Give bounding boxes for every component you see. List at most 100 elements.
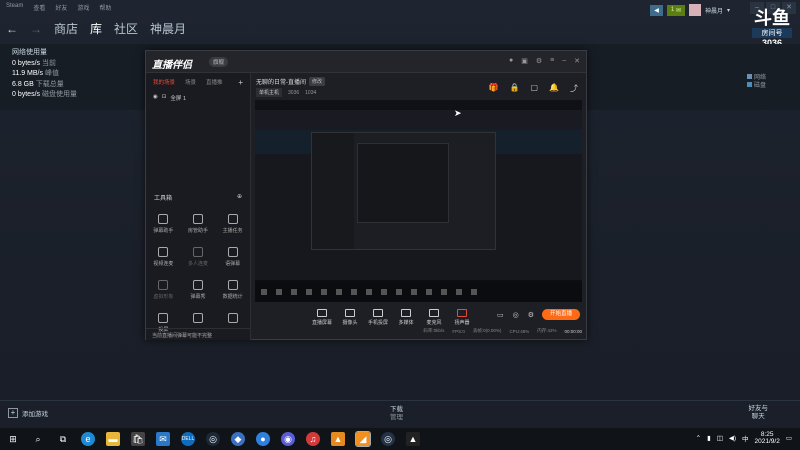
- user-dropdown-icon[interactable]: ▾: [727, 7, 730, 14]
- lock-icon[interactable]: ⊡: [162, 94, 167, 102]
- downloads-status[interactable]: 下载 管理: [390, 406, 403, 422]
- search-icon[interactable]: ⌕: [31, 432, 45, 446]
- tool-danmaku-show[interactable]: 弹幕秀: [181, 280, 216, 300]
- danmaku-show-icon: [192, 280, 203, 290]
- tool-voice-danmaku[interactable]: 语弹幕: [215, 247, 250, 267]
- volume-icon[interactable]: ◀): [729, 434, 736, 442]
- tool-data-stats[interactable]: 数据统计: [215, 280, 250, 300]
- netease-icon[interactable]: ♫: [306, 432, 320, 446]
- menu-view[interactable]: 查看: [33, 3, 45, 15]
- network-usage-title: 网络使用量: [12, 49, 47, 56]
- menu-games[interactable]: 游戏: [77, 3, 89, 15]
- settings-icon[interactable]: ⚙: [528, 311, 534, 319]
- nav-community[interactable]: 社区: [114, 20, 138, 37]
- edit-title-button[interactable]: 修改: [309, 77, 326, 86]
- menu-friends[interactable]: 好友: [55, 3, 67, 15]
- lock-icon[interactable]: 🔒: [510, 83, 520, 94]
- gift-icon[interactable]: 🎁: [489, 83, 499, 94]
- user-name[interactable]: 神晨月: [705, 6, 723, 15]
- store-icon[interactable]: 🛍: [131, 432, 145, 446]
- category-selector[interactable]: 单机主机: [256, 88, 283, 97]
- cast-icon: [158, 313, 169, 323]
- steam2-icon[interactable]: ◎: [381, 432, 395, 446]
- app3-icon[interactable]: ◉: [281, 432, 295, 446]
- live-preview[interactable]: [255, 100, 582, 302]
- friends-chat-button[interactable]: 好友与 聊天: [749, 405, 769, 421]
- avatar-icon: [158, 280, 169, 290]
- tab-live-push[interactable]: 直播推: [206, 78, 223, 87]
- skin-icon[interactable]: ▣: [521, 57, 528, 65]
- tool-video-link[interactable]: 视频连麦: [146, 247, 181, 267]
- add-game-button[interactable]: + 添加游戏: [8, 408, 48, 418]
- notification-button[interactable]: 1 ✉: [666, 4, 685, 16]
- minimize-icon[interactable]: –: [562, 57, 566, 65]
- record-icon[interactable]: ▭: [497, 311, 504, 319]
- tray-arrow-icon[interactable]: ⌃: [696, 434, 701, 442]
- ime-indicator[interactable]: 中: [742, 433, 749, 443]
- danmaku-notice: 当前直播间弹幕可能不完整: [146, 328, 250, 340]
- toolbox: 工具箱 ⊕ 弹幕助手 房管助手 主播任务 视频连麦 多人连麦 语弹幕 虚拟形象 弹…: [146, 193, 250, 333]
- menu-icon[interactable]: ≡: [550, 57, 554, 65]
- taskview-icon[interactable]: ⧉: [56, 432, 70, 446]
- danmaku-icon: [158, 214, 169, 224]
- announce-icon[interactable]: ◀: [650, 4, 663, 16]
- network-icon[interactable]: ◫: [717, 434, 723, 442]
- scene-item[interactable]: ◉ ⊡ 全屏 1: [146, 92, 250, 104]
- game-icon[interactable]: ▲: [406, 432, 420, 446]
- mail-icon[interactable]: ✉: [156, 432, 170, 446]
- forward-arrow-icon[interactable]: →: [30, 22, 42, 36]
- toolbox-title: 工具箱: [154, 196, 173, 202]
- orange-app-icon[interactable]: ▲: [331, 432, 345, 446]
- nav-username[interactable]: 神晨月: [150, 20, 186, 37]
- tool-virtual-avatar[interactable]: 虚拟形象: [146, 280, 181, 300]
- app1-icon[interactable]: ◆: [231, 432, 245, 446]
- stats-icon: [227, 280, 238, 290]
- back-arrow-icon[interactable]: ←: [6, 22, 18, 36]
- toolbox-more-icon[interactable]: ⊕: [237, 193, 242, 202]
- clock-date: 2021/9/2: [754, 438, 780, 445]
- settings-icon[interactable]: ⚙: [536, 57, 542, 65]
- notification-center-icon[interactable]: ▭: [786, 434, 792, 442]
- start-live-button[interactable]: 开始直播: [542, 309, 580, 320]
- room-label: 房间号: [752, 28, 792, 38]
- tool-danmaku-helper[interactable]: 弹幕助手: [146, 214, 181, 234]
- live-timer: 00:00:00: [564, 328, 582, 334]
- tool-room-admin[interactable]: 房管助手: [181, 214, 216, 234]
- mouse-cursor-icon: ➤: [454, 108, 462, 118]
- main-panel: 无聊的日常-直播间 修改 单机主机 3036 1034 🎁 🔒 ▢ 🔔 ⤴ 直播…: [252, 73, 586, 340]
- start-icon[interactable]: ⊞: [6, 432, 20, 446]
- window-icon[interactable]: ▢: [530, 83, 538, 94]
- tool-streamer-task[interactable]: 主播任务: [215, 214, 250, 234]
- clock[interactable]: 8:25 2021/9/2: [755, 431, 780, 445]
- add-scene-button[interactable]: +: [238, 78, 243, 87]
- steam-top-right: ◀ 1 ✉ 神晨月 ▾: [650, 4, 730, 16]
- menu-steam[interactable]: Steam: [6, 3, 23, 15]
- user-avatar-icon[interactable]: ●: [509, 57, 513, 65]
- clock-time: 8:25: [760, 431, 774, 438]
- nav-library[interactable]: 库: [90, 20, 102, 37]
- flagship-badge: 旗舰: [209, 57, 229, 67]
- share-icon[interactable]: ⤴: [570, 83, 578, 94]
- bell-icon[interactable]: 🔔: [549, 83, 559, 94]
- menu-help[interactable]: 帮助: [99, 3, 111, 15]
- close-icon[interactable]: ✕: [574, 57, 580, 65]
- eye-icon[interactable]: ◉: [153, 94, 158, 102]
- tab-scenes[interactable]: 场景: [185, 78, 196, 87]
- steam-icon[interactable]: ◎: [206, 432, 220, 446]
- windows-taskbar: ⊞ ⌕ ⧉ e ▬ 🛍 ✉ DELL ◎ ◆ ● ◉ ♫ ▲ ◢ ◎ ▲ ⌃ ▮…: [0, 428, 800, 450]
- stat-row: 11.9 MB/s 峰值: [12, 70, 59, 77]
- explorer-icon[interactable]: ▬: [106, 432, 120, 446]
- eye-icon[interactable]: ◎: [513, 311, 519, 319]
- memory: 内存:42%: [537, 328, 557, 333]
- nav-store[interactable]: 商店: [54, 20, 78, 37]
- tab-my-scenes[interactable]: 我的场景: [153, 78, 175, 87]
- preview-steam-capture: [255, 110, 582, 290]
- tool-multi-link[interactable]: 多人连麦: [181, 247, 216, 267]
- dell-icon[interactable]: DELL: [181, 432, 195, 446]
- douyu-app-icon[interactable]: ◢: [355, 431, 371, 447]
- user-avatar[interactable]: [688, 4, 701, 16]
- edge-icon[interactable]: e: [81, 432, 95, 446]
- app2-icon[interactable]: ●: [256, 432, 270, 446]
- battery-icon[interactable]: ▮: [707, 434, 711, 442]
- preview-nested-companion: [311, 132, 496, 250]
